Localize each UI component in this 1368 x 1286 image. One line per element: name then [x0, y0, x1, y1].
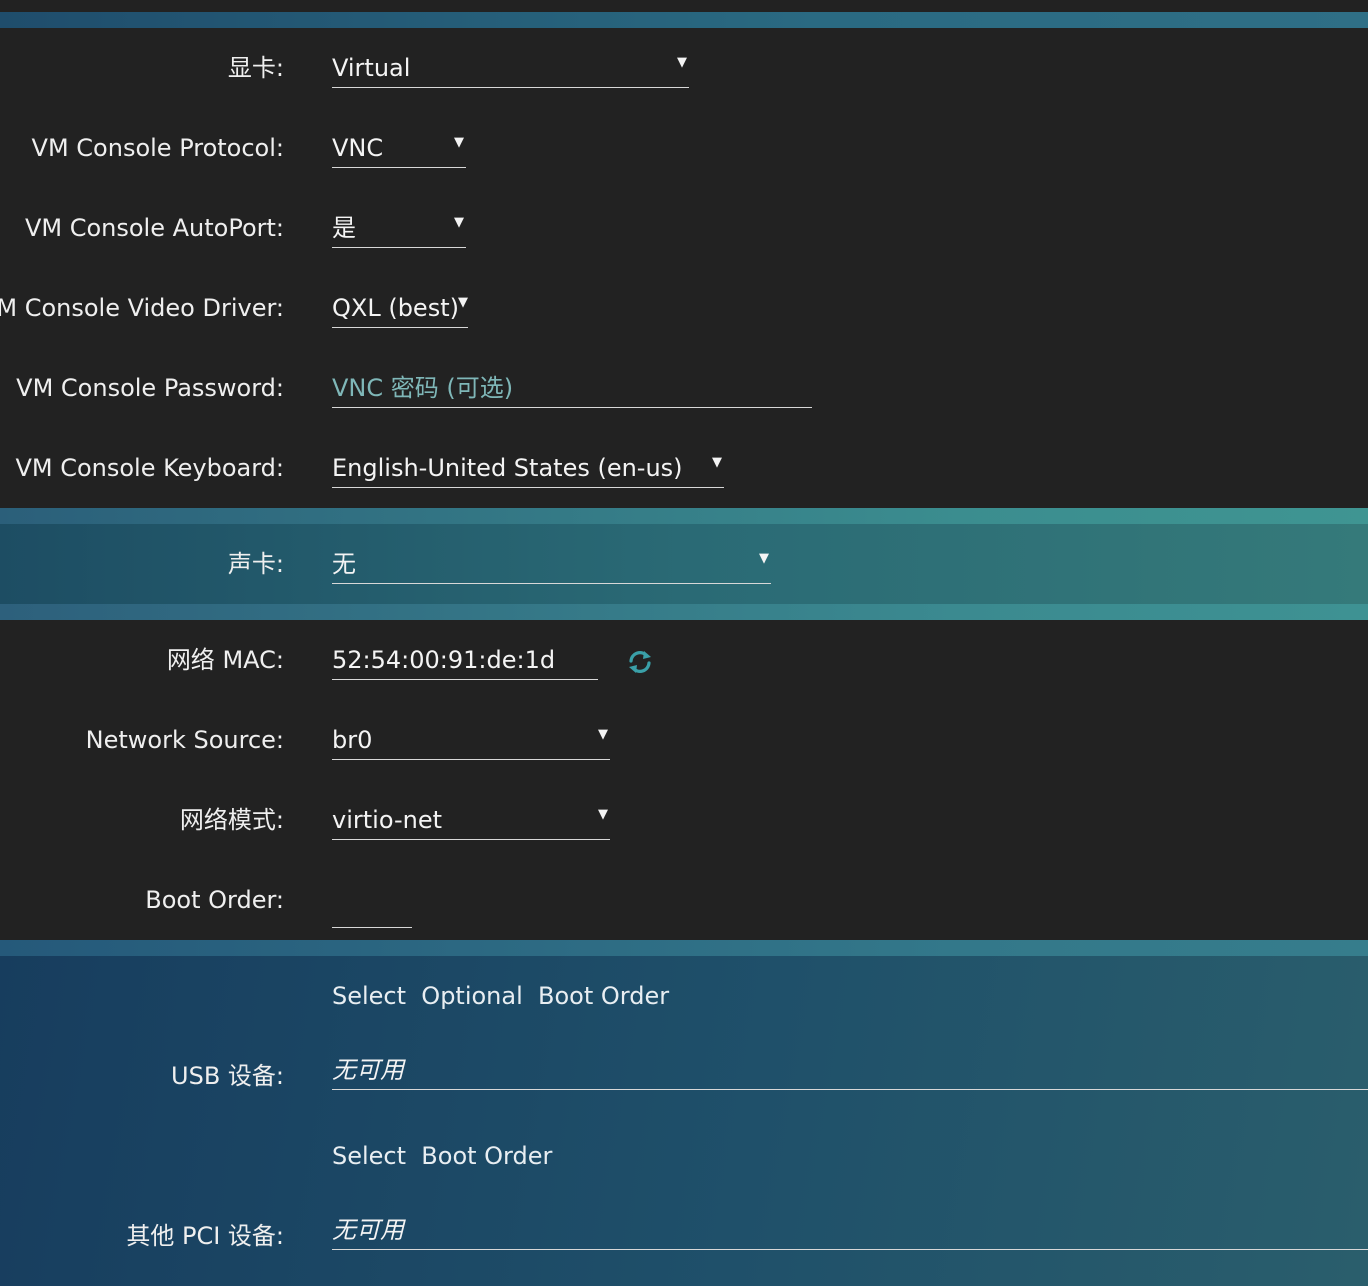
network-mode-label: 网络模式: — [179, 806, 284, 834]
console-keyboard-value: English-United States (en-us) — [332, 454, 683, 482]
network-mode-value: virtio-net — [332, 806, 442, 834]
network-source-select[interactable]: br0 ▼ — [332, 725, 610, 760]
dropdown-arrow-icon: ▼ — [454, 215, 464, 230]
usb-label: USB 设备: — [171, 1062, 284, 1090]
pci-label: 其他 PCI 设备: — [126, 1222, 284, 1250]
network-source-label: Network Source: — [85, 726, 284, 754]
section-divider — [0, 940, 1368, 956]
console-autoport-label: VM Console AutoPort: — [24, 214, 284, 242]
dropdown-arrow-icon: ▼ — [759, 551, 769, 566]
graphics-value: Virtual — [332, 54, 411, 82]
network-mode-select[interactable]: virtio-net ▼ — [332, 805, 610, 840]
network-mac-value: 52:54:00:91:de:1d — [332, 646, 556, 674]
section-divider — [0, 508, 1368, 524]
console-video-driver-value: QXL (best) — [332, 294, 459, 322]
graphics-label: 显卡: — [227, 54, 284, 82]
graphics-select[interactable]: Virtual ▼ — [332, 53, 689, 88]
network-mac-input[interactable]: 52:54:00:91:de:1d — [332, 645, 598, 680]
dropdown-arrow-icon: ▼ — [598, 807, 608, 822]
sound-value: 无 — [332, 550, 356, 578]
boot-order-label: Boot Order: — [145, 886, 284, 914]
section-divider-top — [0, 12, 1368, 28]
dropdown-arrow-icon: ▼ — [454, 135, 464, 150]
sound-label: 声卡: — [227, 550, 284, 578]
console-password-input[interactable]: VNC 密码 (可选) — [332, 373, 812, 408]
dropdown-arrow-icon: ▼ — [458, 295, 468, 310]
console-autoport-select[interactable]: 是 ▼ — [332, 213, 466, 248]
dropdown-arrow-icon: ▼ — [598, 727, 608, 742]
pci-device-list[interactable]: 无可用 — [332, 1215, 1368, 1250]
console-video-driver-select[interactable]: QXL (best) ▼ — [332, 293, 468, 328]
console-autoport-value: 是 — [332, 214, 356, 242]
pci-device-value: 无可用 — [332, 1216, 404, 1244]
dropdown-arrow-icon: ▼ — [712, 455, 722, 470]
pci-select-boot-order-links[interactable]: Select Boot Order — [332, 1141, 552, 1171]
usb-device-value: 无可用 — [332, 1056, 404, 1084]
usb-select-boot-order-links[interactable]: Select Optional Boot Order — [332, 981, 669, 1011]
sound-select[interactable]: 无 ▼ — [332, 549, 771, 584]
network-mac-label: 网络 MAC: — [166, 646, 284, 674]
console-keyboard-select[interactable]: English-United States (en-us) ▼ — [332, 453, 724, 488]
usb-device-list[interactable]: 无可用 — [332, 1055, 1368, 1090]
section-divider — [0, 604, 1368, 620]
console-protocol-value: VNC — [332, 134, 384, 162]
console-video-driver-label: VM Console Video Driver: — [0, 294, 284, 322]
refresh-icon[interactable] — [626, 648, 654, 676]
console-password-placeholder: VNC 密码 (可选) — [332, 374, 514, 402]
console-protocol-select[interactable]: VNC ▼ — [332, 133, 466, 168]
dropdown-arrow-icon: ▼ — [677, 55, 687, 70]
network-source-value: br0 — [332, 726, 373, 754]
console-password-label: VM Console Password: — [16, 374, 284, 402]
console-protocol-label: VM Console Protocol: — [31, 134, 284, 162]
console-keyboard-label: VM Console Keyboard: — [15, 454, 284, 482]
boot-order-input[interactable] — [332, 893, 412, 928]
